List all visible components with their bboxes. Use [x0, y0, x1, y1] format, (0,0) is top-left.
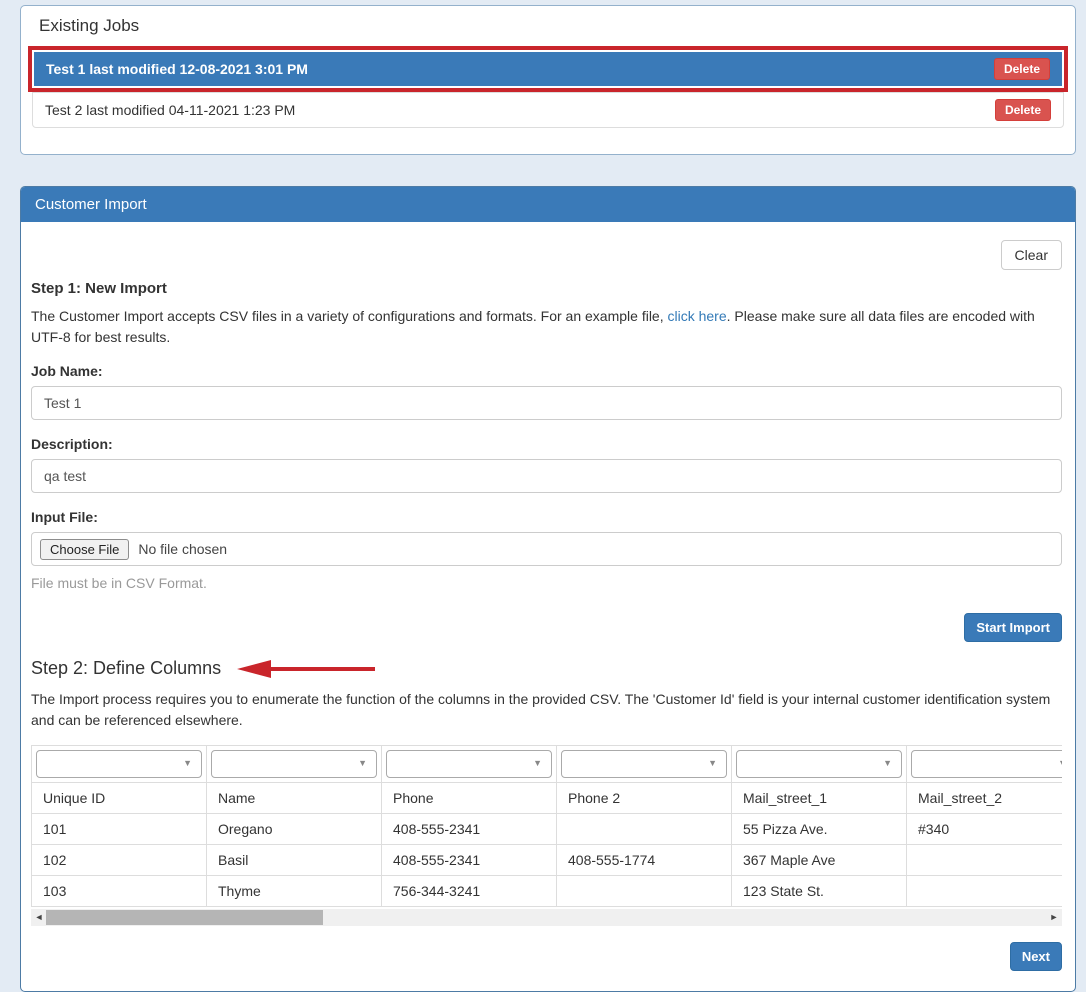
job-row-test2[interactable]: Test 2 last modified 04-11-2021 1:23 PM …	[32, 92, 1064, 128]
chevron-down-icon: ▼	[183, 759, 192, 768]
table-header-row: Unique ID Name Phone Phone 2 Mail_street…	[32, 782, 1063, 813]
table-cell	[907, 844, 1063, 875]
horizontal-scrollbar[interactable]: ◄ ►	[31, 909, 1062, 926]
column-header: Phone 2	[557, 782, 732, 813]
scroll-left-icon[interactable]: ◄	[31, 909, 47, 926]
delete-job-button[interactable]: Delete	[994, 58, 1050, 80]
description-input[interactable]	[31, 459, 1062, 493]
step2-heading-text: Step 2: Define Columns	[31, 658, 221, 679]
table-cell: 123 State St.	[732, 875, 907, 906]
column-mapping-select[interactable]: ▼	[561, 750, 727, 778]
column-mapping-select[interactable]: ▼	[911, 750, 1062, 778]
table-cell: 103	[32, 875, 207, 906]
annotation-arrow-icon	[237, 659, 377, 679]
existing-jobs-panel: Existing Jobs Test 1 last modified 12-08…	[20, 5, 1076, 155]
column-mapping-select[interactable]: ▼	[36, 750, 202, 778]
no-file-chosen-text: No file chosen	[138, 541, 227, 557]
column-header: Unique ID	[32, 782, 207, 813]
column-definition-table-wrap: ▼ ▼ ▼ ▼ ▼ ▼ Unique ID Name Phone Phone 2…	[31, 745, 1062, 907]
description-label: Description:	[31, 436, 1062, 452]
step1-intro: The Customer Import accepts CSV files in…	[31, 306, 1062, 347]
column-header: Mail_street_1	[732, 782, 907, 813]
table-cell: 55 Pizza Ave.	[732, 813, 907, 844]
table-row: 103 Thyme 756-344-3241 123 State St.	[32, 875, 1063, 906]
table-cell: 408-555-1774	[557, 844, 732, 875]
table-cell: 101	[32, 813, 207, 844]
step2-heading: Step 2: Define Columns	[31, 658, 1062, 679]
job-label: Test 1 last modified 12-08-2021 3:01 PM	[46, 61, 308, 77]
scrollbar-thumb[interactable]	[46, 910, 323, 925]
table-cell: Oregano	[207, 813, 382, 844]
scroll-right-icon[interactable]: ►	[1046, 909, 1062, 926]
job-label: Test 2 last modified 04-11-2021 1:23 PM	[45, 102, 295, 118]
job-row-test1[interactable]: Test 1 last modified 12-08-2021 3:01 PM …	[34, 52, 1062, 86]
table-cell: Thyme	[207, 875, 382, 906]
column-mapping-select[interactable]: ▼	[211, 750, 377, 778]
table-cell: 408-555-2341	[382, 813, 557, 844]
column-definition-table: ▼ ▼ ▼ ▼ ▼ ▼ Unique ID Name Phone Phone 2…	[31, 745, 1062, 907]
table-cell	[557, 813, 732, 844]
file-format-hint: File must be in CSV Format.	[31, 575, 1062, 591]
table-cell: 756-344-3241	[382, 875, 557, 906]
file-input[interactable]: Choose File No file chosen	[31, 532, 1062, 566]
table-cell	[557, 875, 732, 906]
chevron-down-icon: ▼	[708, 759, 717, 768]
column-mapping-select[interactable]: ▼	[736, 750, 902, 778]
table-row: 102 Basil 408-555-2341 408-555-1774 367 …	[32, 844, 1063, 875]
table-row: 101 Oregano 408-555-2341 55 Pizza Ave. #…	[32, 813, 1063, 844]
customer-import-panel: Customer Import Clear Step 1: New Import…	[20, 186, 1076, 992]
column-header: Name	[207, 782, 382, 813]
table-cell: #340	[907, 813, 1063, 844]
choose-file-button[interactable]: Choose File	[40, 539, 129, 560]
table-cell	[907, 875, 1063, 906]
column-mapping-select[interactable]: ▼	[386, 750, 552, 778]
table-cell: Basil	[207, 844, 382, 875]
customer-import-header: Customer Import	[21, 187, 1075, 222]
column-select-row: ▼ ▼ ▼ ▼ ▼ ▼	[32, 745, 1063, 782]
step2-intro: The Import process requires you to enume…	[31, 689, 1062, 730]
chevron-down-icon: ▼	[533, 759, 542, 768]
next-button[interactable]: Next	[1010, 942, 1062, 971]
table-cell: 102	[32, 844, 207, 875]
job-name-label: Job Name:	[31, 363, 1062, 379]
job-name-input[interactable]	[31, 386, 1062, 420]
column-header: Phone	[382, 782, 557, 813]
step1-heading: Step 1: New Import	[31, 280, 1062, 297]
table-cell: 408-555-2341	[382, 844, 557, 875]
input-file-label: Input File:	[31, 509, 1062, 525]
annotation-highlight-box: Test 1 last modified 12-08-2021 3:01 PM …	[28, 46, 1068, 92]
page: Existing Jobs Test 1 last modified 12-08…	[0, 0, 1086, 992]
example-file-link[interactable]: click here	[668, 308, 727, 324]
chevron-down-icon: ▼	[883, 759, 892, 768]
customer-import-body: Clear Step 1: New Import The Customer Im…	[21, 222, 1075, 991]
column-header: Mail_street_2	[907, 782, 1063, 813]
step1-intro-text: The Customer Import accepts CSV files in…	[31, 308, 664, 324]
clear-button[interactable]: Clear	[1001, 240, 1062, 270]
table-cell: 367 Maple Ave	[732, 844, 907, 875]
existing-jobs-title: Existing Jobs	[39, 16, 1062, 36]
start-import-button[interactable]: Start Import	[964, 613, 1062, 642]
delete-job-button[interactable]: Delete	[995, 99, 1051, 121]
chevron-down-icon: ▼	[358, 759, 367, 768]
chevron-down-icon: ▼	[1058, 759, 1062, 768]
